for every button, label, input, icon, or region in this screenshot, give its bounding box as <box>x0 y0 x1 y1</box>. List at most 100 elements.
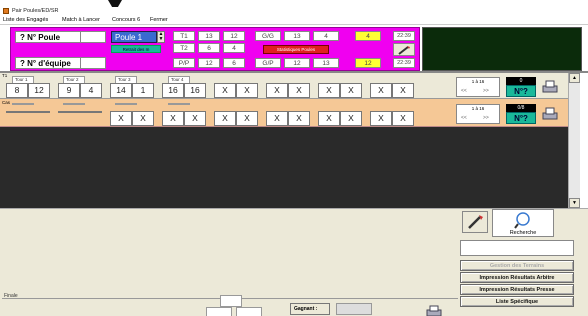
score-cell[interactable]: X <box>370 111 392 126</box>
stat-t2-b: 4 <box>223 43 245 53</box>
score-cell[interactable]: X <box>214 111 236 126</box>
title-bar: Pair Poules/ED/SR <box>0 7 588 16</box>
retrait-button[interactable]: Retrait des m <box>111 45 161 53</box>
score-cell[interactable]: X <box>370 83 392 98</box>
bottom-panel: Recherche Gestion des Terrains Impressio… <box>0 208 588 316</box>
row1-nav-next[interactable]: >> <box>483 88 489 94</box>
impression-arbitre-button[interactable]: Impression Résultats Arbitre <box>460 272 574 283</box>
row1-nav-box: 1 à 16 << >> <box>456 77 500 97</box>
row1-tour-label: T1 <box>2 73 8 78</box>
score-cell[interactable]: X <box>288 83 310 98</box>
row2-nav-label: 1 à 16 <box>471 106 485 111</box>
score-cell[interactable] <box>80 111 102 113</box>
row2-print-button[interactable] <box>540 106 560 122</box>
stat-pp-a: 12 <box>198 58 220 68</box>
score-cell[interactable]: X <box>236 83 258 98</box>
pencil-button[interactable] <box>393 43 415 56</box>
menu-concours[interactable]: Concours 6 <box>112 17 140 23</box>
gagnant-field[interactable] <box>336 303 372 315</box>
printer-icon <box>542 107 558 120</box>
score-cell[interactable]: 14 <box>110 83 132 98</box>
recherche-button[interactable]: Recherche <box>492 209 554 237</box>
poule-label: ? N° Poule <box>15 31 88 43</box>
row1-print-button[interactable] <box>540 79 560 95</box>
score-cell[interactable]: X <box>392 83 414 98</box>
stat-gp-code: G/P <box>255 58 281 68</box>
row2-counter: 0/8 <box>506 104 536 112</box>
score-cell[interactable]: X <box>184 111 206 126</box>
pencil-icon <box>398 45 410 55</box>
gagnant-label: Gagnant : <box>290 303 330 315</box>
match-row-1: T1 Tour 1 Tour 2 Tour 3 Tour 4 8 12 9 4 … <box>0 73 568 99</box>
score-cell[interactable]: 4 <box>80 83 102 98</box>
score-cell[interactable]: 9 <box>58 83 80 98</box>
score-cell[interactable]: X <box>162 111 184 126</box>
score-cell[interactable]: X <box>266 111 288 126</box>
menu-bar: Liste des Engagés Match à Lancer Concour… <box>0 16 588 25</box>
menu-liste-engages[interactable]: Liste des Engagés <box>3 17 48 23</box>
row2-cap <box>115 103 137 105</box>
window-title: Pair Poules/ED/SR <box>12 8 59 14</box>
score-cell[interactable]: X <box>318 83 340 98</box>
score-cell[interactable] <box>6 111 28 113</box>
matches-area <box>0 127 568 208</box>
score-cell[interactable]: X <box>266 83 288 98</box>
score-cell[interactable]: 16 <box>162 83 184 98</box>
score-cell[interactable]: X <box>340 83 362 98</box>
menu-match-lancer[interactable]: Match à Lancer <box>62 17 100 23</box>
poule-number-input[interactable] <box>80 31 106 43</box>
stat-t1-a: 13 <box>198 31 220 41</box>
poule-panel: ? N° Poule Poule 1 ▲ ▼ Retrait des m ? N°… <box>10 27 420 71</box>
gestion-terrains-button[interactable]: Gestion des Terrains <box>460 260 574 271</box>
score-cell[interactable] <box>58 111 80 113</box>
score-cell[interactable] <box>28 111 50 113</box>
vertical-scrollbar[interactable]: ▲ ▼ <box>568 73 580 208</box>
score-cell[interactable]: X <box>110 111 132 126</box>
impression-presse-button[interactable]: Impression Résultats Presse <box>460 284 574 295</box>
row1-nav-prev[interactable]: << <box>461 88 467 94</box>
poule-select[interactable]: Poule 1 <box>111 31 157 43</box>
stat-t1-code: T1 <box>173 31 195 41</box>
finale-score-right[interactable] <box>236 307 262 316</box>
score-cell[interactable]: X <box>288 111 310 126</box>
score-cell[interactable]: 16 <box>184 83 206 98</box>
poule-spinner[interactable]: ▲ ▼ <box>157 31 165 43</box>
score-cell[interactable]: 1 <box>132 83 154 98</box>
score-cell[interactable]: X <box>236 111 258 126</box>
poule-select-value: Poule 1 <box>115 33 143 42</box>
score-cell[interactable]: X <box>214 83 236 98</box>
search-field[interactable] <box>460 240 574 256</box>
finale-score-left[interactable] <box>206 307 232 316</box>
score-cell[interactable]: 12 <box>28 83 50 98</box>
recherche-label: Recherche <box>509 230 537 236</box>
scroll-down-arrow[interactable]: ▼ <box>569 198 580 208</box>
stat-t1-b: 12 <box>223 31 245 41</box>
score-cell[interactable]: X <box>340 111 362 126</box>
match-row-2: Cas X X X X X X X X X X X X 1 à 16 << >>… <box>0 99 568 127</box>
stat-gg-code: G/G <box>255 31 281 41</box>
stat-pp-b: 6 <box>223 58 245 68</box>
row2-n-button[interactable]: N°? <box>506 112 536 124</box>
row1-nav-label: 1 à 16 <box>471 79 485 84</box>
score-cell[interactable]: X <box>132 111 154 126</box>
menu-fermer[interactable]: Fermer <box>150 17 168 23</box>
row1-n-button[interactable]: N°? <box>506 85 536 97</box>
score-cell[interactable]: X <box>392 111 414 126</box>
row2-label: Cas <box>2 100 11 105</box>
printer-icon <box>542 80 558 93</box>
equipe-number-input[interactable] <box>80 57 106 69</box>
score-cell[interactable]: 8 <box>6 83 28 98</box>
finale-score-top[interactable] <box>220 295 242 307</box>
time-bottom: 22:39 <box>393 58 415 68</box>
edit-button[interactable] <box>462 211 488 233</box>
finale-print-button[interactable] <box>424 304 444 316</box>
score-cell[interactable]: X <box>318 111 340 126</box>
row2-nav-next[interactable]: >> <box>483 115 489 121</box>
row2-nav-box: 1 à 16 << >> <box>456 104 500 124</box>
liste-specifique-button[interactable]: Liste Spécifique <box>460 296 574 307</box>
scroll-up-arrow[interactable]: ▲ <box>569 73 580 83</box>
statistiques-poules-button[interactable]: Statistiques Poules <box>263 45 329 54</box>
stat-pp-code: P/P <box>173 58 195 68</box>
app-icon <box>3 8 9 14</box>
row2-nav-prev[interactable]: << <box>461 115 467 121</box>
